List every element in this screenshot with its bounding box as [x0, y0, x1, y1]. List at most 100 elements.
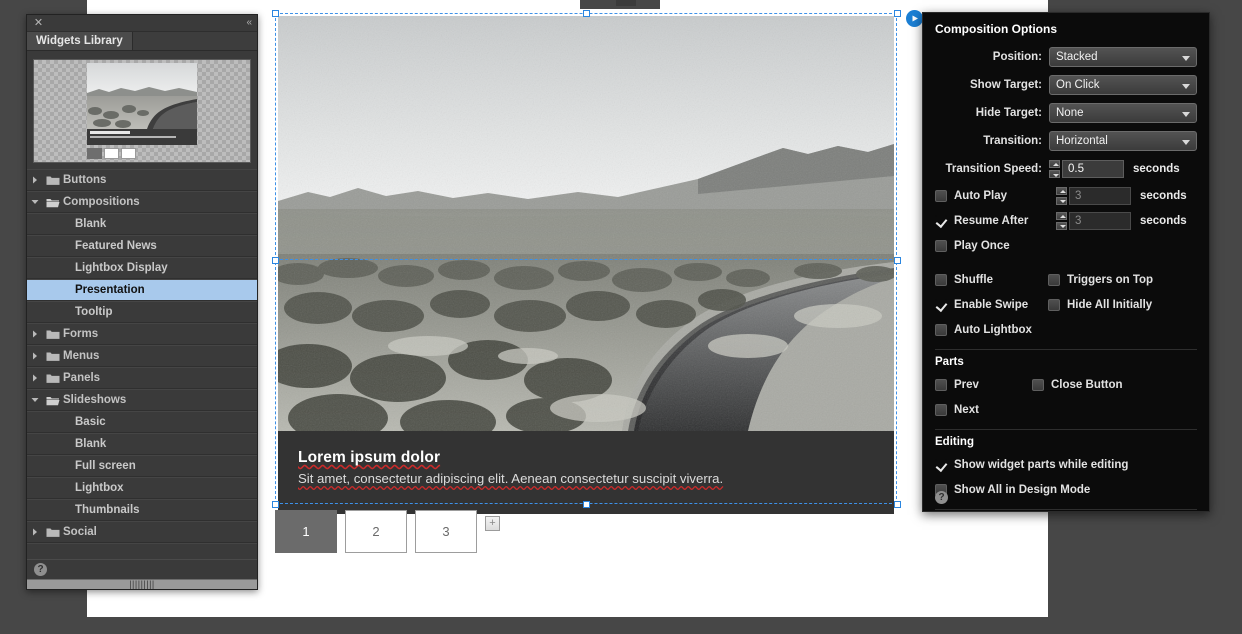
hide-target-row: Hide Target: None — [935, 99, 1197, 127]
folder-icon — [43, 351, 63, 362]
auto-play-row: Auto Play 3 seconds — [935, 183, 1197, 208]
tree-item-label: Tooltip — [75, 306, 113, 318]
stepper-arrows[interactable] — [1056, 211, 1069, 230]
slide-image[interactable] — [278, 16, 894, 431]
tree-item-presentation[interactable]: Presentation — [27, 279, 257, 301]
resize-handle-bottom-left[interactable] — [272, 501, 279, 508]
chevron-down-icon[interactable] — [27, 394, 43, 406]
tree-folder-social[interactable]: Social — [27, 521, 257, 543]
tree-item-lightbox-display[interactable]: Lightbox Display — [27, 257, 257, 279]
resize-handle-top-center[interactable] — [583, 10, 590, 17]
auto-play-input[interactable]: 3 — [1069, 186, 1131, 205]
transition-dropdown[interactable]: Horizontal — [1049, 131, 1197, 151]
divider — [935, 429, 1197, 430]
show-target-dropdown[interactable]: On Click — [1049, 75, 1197, 95]
shuffle-checkbox[interactable]: Shuffle — [935, 273, 1048, 286]
resume-after-checkbox[interactable]: Resume After — [935, 214, 1056, 227]
close-button-checkbox[interactable]: Close Button — [1032, 378, 1123, 391]
resume-after-stepper[interactable]: 3 — [1056, 211, 1131, 230]
resume-after-row: Resume After 3 seconds — [935, 208, 1197, 233]
tree-item-label: Featured News — [75, 240, 157, 252]
show-all-design-mode-checkbox[interactable]: Show All in Design Mode — [935, 483, 1090, 496]
chevron-right-icon[interactable] — [27, 350, 43, 362]
tree-item-label: Presentation — [75, 284, 145, 296]
tree-item-blank[interactable]: Blank — [27, 213, 257, 235]
enable-swipe-checkbox[interactable]: Enable Swipe — [935, 298, 1048, 311]
auto-play-checkbox[interactable]: Auto Play — [935, 189, 1056, 202]
chevron-down-icon[interactable] — [27, 196, 43, 208]
tree-folder-label: Buttons — [63, 174, 107, 186]
widget-preview[interactable] — [33, 59, 251, 163]
slideshow-widget[interactable]: Lorem ipsum dolor Sit amet, consectetur … — [272, 10, 901, 514]
tree-item-featured-news[interactable]: Featured News — [27, 235, 257, 257]
hide-all-initially-checkbox[interactable]: Hide All Initially — [1048, 298, 1152, 311]
position-value: Stacked — [1056, 51, 1098, 63]
checkbox-box — [1048, 298, 1060, 311]
hide-target-dropdown[interactable]: None — [1049, 103, 1197, 123]
library-tab-row: Widgets Library — [27, 32, 257, 51]
transition-speed-stepper[interactable]: 0.5 — [1049, 160, 1124, 178]
resize-handle-middle-right[interactable] — [894, 257, 901, 264]
play-once-checkbox[interactable]: Play Once — [935, 239, 1010, 252]
tree-folder-forms[interactable]: Forms — [27, 323, 257, 345]
resize-handle-bottom-right[interactable] — [894, 501, 901, 508]
tree-folder-buttons[interactable]: Buttons — [27, 169, 257, 191]
slide-thumb-1[interactable]: 1 — [275, 510, 337, 553]
tab-widgets-library[interactable]: Widgets Library — [27, 32, 133, 50]
triggers-on-top-checkbox[interactable]: Triggers on Top — [1048, 273, 1154, 286]
transition-row: Transition: Horizontal — [935, 127, 1197, 155]
tree-folder-label: Panels — [63, 372, 101, 384]
chevron-right-icon[interactable] — [27, 526, 43, 538]
app-window: ✕ « Widgets Library Buttons Compositions… — [0, 0, 1242, 634]
auto-lightbox-checkbox[interactable]: Auto Lightbox — [935, 323, 1032, 336]
divider — [935, 509, 1197, 510]
show-widget-parts-checkbox[interactable]: Show widget parts while editing — [935, 458, 1128, 471]
panel-resize-grip[interactable]: ||||||||| — [27, 579, 257, 589]
tree-item-lightbox[interactable]: Lightbox — [27, 477, 257, 499]
slide-thumb-2[interactable]: 2 — [345, 510, 407, 553]
toggle-row-2: Enable Swipe Hide All Initially — [935, 292, 1197, 317]
transition-speed-unit: seconds — [1133, 163, 1180, 175]
play-icon[interactable] — [906, 10, 923, 27]
caption-title[interactable]: Lorem ipsum dolor — [298, 449, 874, 467]
collapse-left-icon[interactable]: « — [246, 17, 251, 29]
tree-folder-menus[interactable]: Menus — [27, 345, 257, 367]
stepper-arrows[interactable] — [1056, 186, 1069, 205]
help-icon[interactable]: ? — [935, 491, 948, 504]
tree-folder-slideshows[interactable]: Slideshows — [27, 389, 257, 411]
help-icon[interactable]: ? — [34, 563, 47, 576]
tree-item-full-screen[interactable]: Full screen — [27, 455, 257, 477]
auto-lightbox-label: Auto Lightbox — [954, 323, 1032, 336]
resize-handle-top-right[interactable] — [894, 10, 901, 17]
chevron-right-icon[interactable] — [27, 372, 43, 384]
chevron-right-icon[interactable] — [27, 174, 43, 186]
caption-subtitle[interactable]: Sit amet, consectetur adipiscing elit. A… — [298, 471, 874, 486]
tree-item-blank[interactable]: Blank — [27, 433, 257, 455]
tree-folder-compositions[interactable]: Compositions — [27, 191, 257, 213]
auto-play-stepper[interactable]: 3 — [1056, 186, 1131, 205]
chevron-right-icon[interactable] — [27, 328, 43, 340]
tree-row-empty — [27, 543, 257, 559]
close-icon[interactable]: ✕ — [33, 18, 44, 29]
panel-title: Composition Options — [935, 22, 1057, 36]
transition-speed-input[interactable]: 0.5 — [1062, 160, 1124, 178]
tree-folder-panels[interactable]: Panels — [27, 367, 257, 389]
stepper-arrows[interactable] — [1049, 160, 1062, 178]
slide-thumb-3[interactable]: 3 — [415, 510, 477, 553]
position-dropdown[interactable]: Stacked — [1049, 47, 1197, 67]
tree-item-thumbnails[interactable]: Thumbnails — [27, 499, 257, 521]
folder-icon — [43, 175, 63, 186]
resume-after-input[interactable]: 3 — [1069, 211, 1131, 230]
chevron-down-icon — [1182, 56, 1190, 61]
resize-handle-top-left[interactable] — [272, 10, 279, 17]
composition-options-panel: Composition Options Position: Stacked Show… — [922, 12, 1210, 512]
triggers-on-top-label: Triggers on Top — [1067, 273, 1154, 286]
next-checkbox[interactable]: Next — [935, 403, 979, 416]
add-slide-button[interactable]: + — [485, 516, 500, 531]
tab-label: Widgets Library — [36, 35, 123, 47]
tree-item-tooltip[interactable]: Tooltip — [27, 301, 257, 323]
resize-handle-middle-left[interactable] — [272, 257, 279, 264]
resize-handle-bottom-center[interactable] — [583, 501, 590, 508]
prev-checkbox[interactable]: Prev — [935, 378, 1032, 391]
tree-item-basic[interactable]: Basic — [27, 411, 257, 433]
